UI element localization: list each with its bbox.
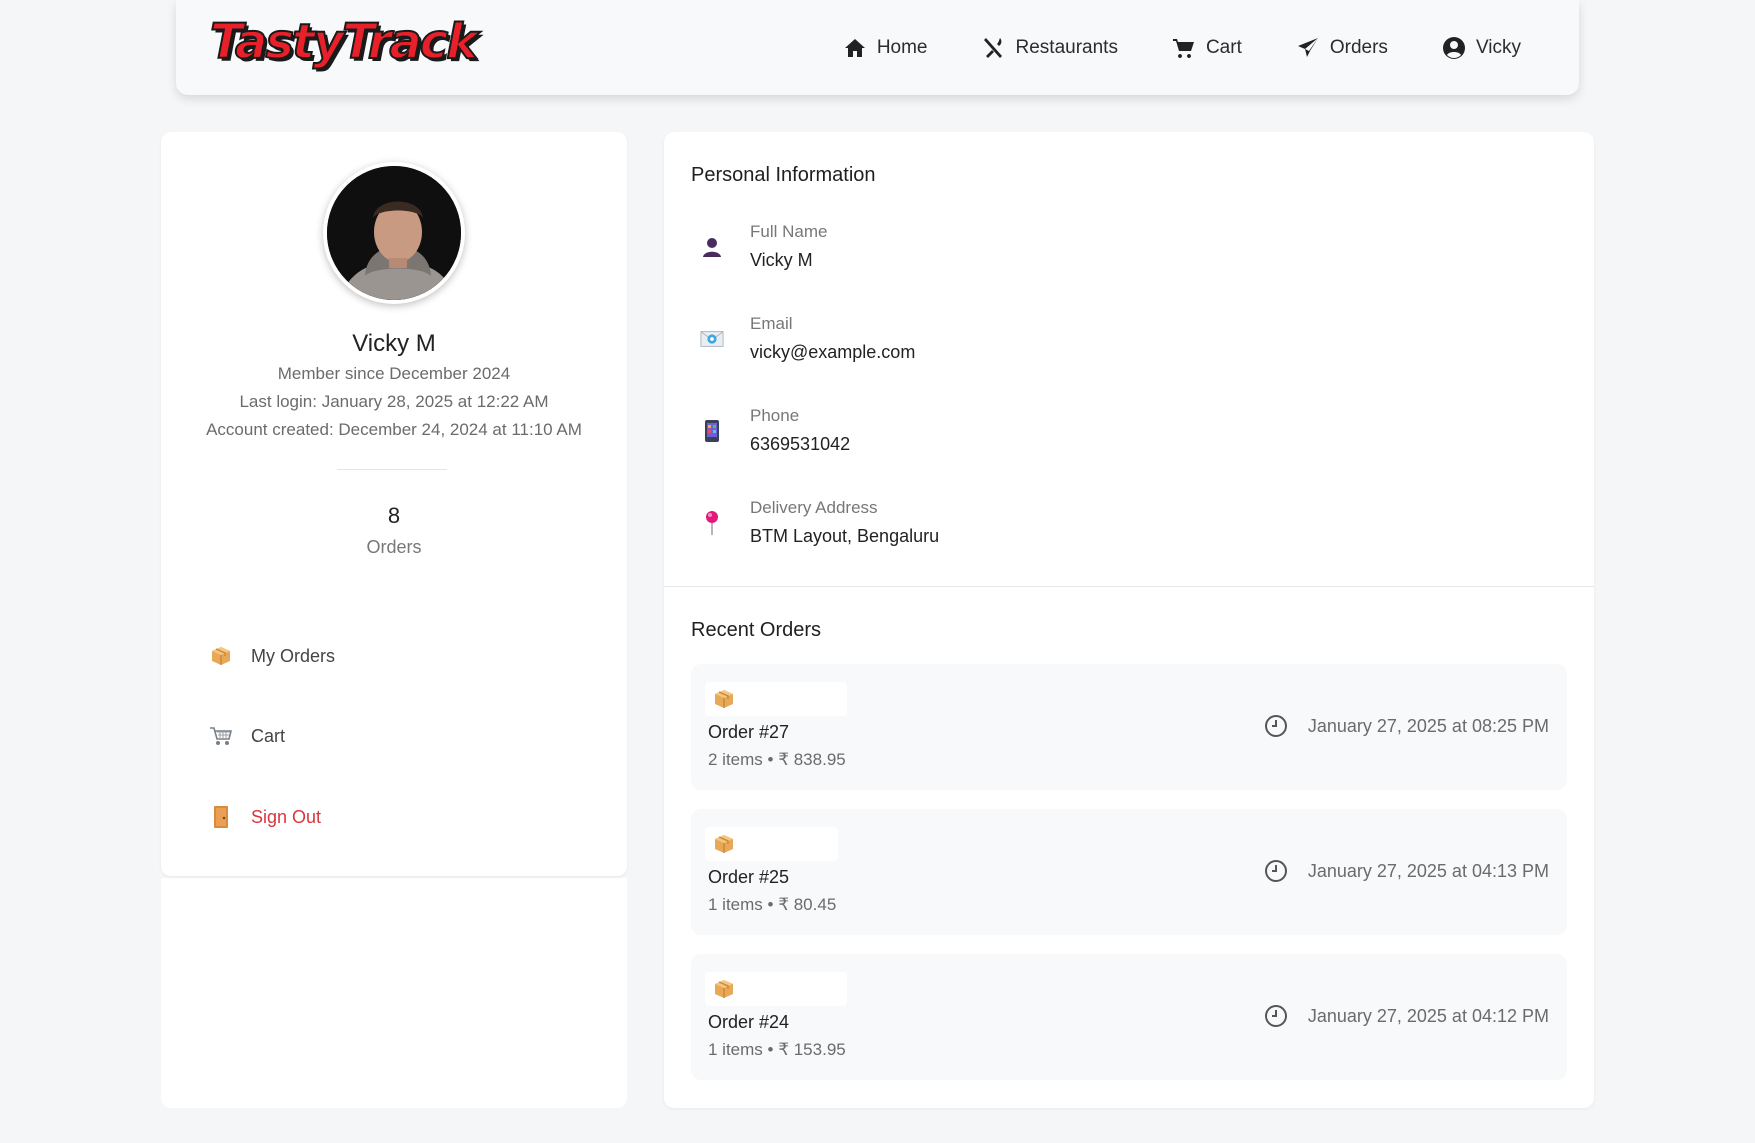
user-circle-icon [1442,36,1465,59]
package-icon [715,980,733,998]
account-created: Account created: December 24, 2024 at 11… [206,420,582,439]
info-email: Email vicky@example.com [700,314,915,363]
info-label: Delivery Address [750,498,878,517]
info-value: BTM Layout, Bengaluru [750,526,940,546]
info-value: 6369531042 [750,434,851,454]
order-summary: 1 items • ₹ 80.45 [708,895,837,914]
nav-orders-label: Orders [1329,36,1388,58]
order-card-24[interactable]: Order #24 1 items • ₹ 153.95 January 27,… [691,954,1567,1080]
order-date-text: January 27, 2025 at 04:12 PM [1307,1005,1549,1026]
order-date-text: January 27, 2025 at 04:13 PM [1307,860,1549,881]
top-navbar: TastyTrack Home Restaurants Cart Orders … [176,0,1579,95]
utensils-icon [983,37,1002,58]
nav-restaurants-label: Restaurants [1015,36,1118,58]
order-date: January 27, 2025 at 04:13 PM [1264,859,1549,883]
paper-plane-icon [1297,37,1318,57]
order-title: Order #25 [708,867,790,887]
member-since: Member since December 2024 [277,364,511,383]
menu-sign-out[interactable]: Sign Out [209,805,321,829]
envelope-icon [700,327,724,351]
order-badge [705,827,838,861]
order-card-27[interactable]: Order #27 2 items • ₹ 838.95 January 27,… [691,664,1567,790]
order-card-25[interactable]: Order #25 1 items • ₹ 80.45 January 27, … [691,809,1567,935]
mobile-phone-icon [700,419,724,443]
clock-icon [1264,1005,1287,1027]
order-summary: 2 items • ₹ 838.95 [708,750,846,769]
section-divider [664,586,1594,587]
info-label: Email [750,314,793,333]
menu-sign-out-label: Sign Out [251,806,322,827]
home-icon [844,38,865,57]
order-summary: 1 items • ₹ 153.95 [708,1040,846,1059]
person-icon [700,235,724,259]
cart-icon [1172,38,1194,58]
menu-cart-label: Cart [251,725,286,746]
profile-card-extension [161,878,627,1108]
info-value: Vicky M [750,250,813,270]
tastytrack-logo[interactable]: TastyTrack [209,13,479,71]
pushpin-icon [700,510,724,535]
package-icon [209,644,233,668]
divider [337,469,447,470]
nav-restaurants[interactable]: Restaurants [982,36,1118,60]
orders-count-label: Orders [366,537,422,557]
info-phone: Phone 6369531042 [700,406,850,455]
avatar [323,162,465,304]
shopping-cart-icon [209,724,233,748]
package-icon [715,690,733,708]
info-delivery-address: Delivery Address BTM Layout, Bengaluru [700,498,939,547]
nav-home[interactable]: Home [843,36,928,60]
menu-my-orders[interactable]: My Orders [209,644,335,668]
order-badge [705,682,847,716]
nav-links: Home Restaurants Cart Orders Vicky [843,0,1521,95]
order-date: January 27, 2025 at 08:25 PM [1264,714,1549,738]
info-label: Phone [750,406,800,425]
nav-user[interactable]: Vicky [1442,36,1521,60]
clock-icon [1264,860,1287,882]
order-date-text: January 27, 2025 at 08:25 PM [1307,715,1549,736]
menu-my-orders-label: My Orders [251,645,336,666]
menu-cart[interactable]: Cart [209,724,285,748]
nav-cart-label: Cart [1205,36,1242,58]
order-title: Order #24 [708,1012,790,1032]
nav-cart[interactable]: Cart [1172,36,1242,60]
package-icon [715,835,733,853]
order-title: Order #27 [708,722,790,742]
avatar-photo [327,166,461,300]
nav-user-label: Vicky [1475,36,1521,58]
door-icon [209,805,233,829]
clock-icon [1264,715,1287,737]
personal-info-title: Personal Information [691,164,876,186]
info-card: Personal Information Full Name Vicky M E… [664,132,1594,1108]
nav-home-label: Home [876,36,928,58]
recent-orders-title: Recent Orders [691,619,822,641]
order-date: January 27, 2025 at 04:12 PM [1264,1004,1549,1028]
nav-orders[interactable]: Orders [1296,36,1388,60]
profile-card: Vicky M Member since December 2024 Last … [161,132,627,876]
order-badge [705,972,847,1006]
info-full-name: Full Name Vicky M [700,222,827,271]
profile-name: Vicky M [352,330,436,357]
info-value: vicky@example.com [750,342,916,362]
orders-count: 8 [387,503,401,528]
last-login: Last login: January 28, 2025 at 12:22 AM [239,392,549,411]
info-label: Full Name [750,222,828,241]
